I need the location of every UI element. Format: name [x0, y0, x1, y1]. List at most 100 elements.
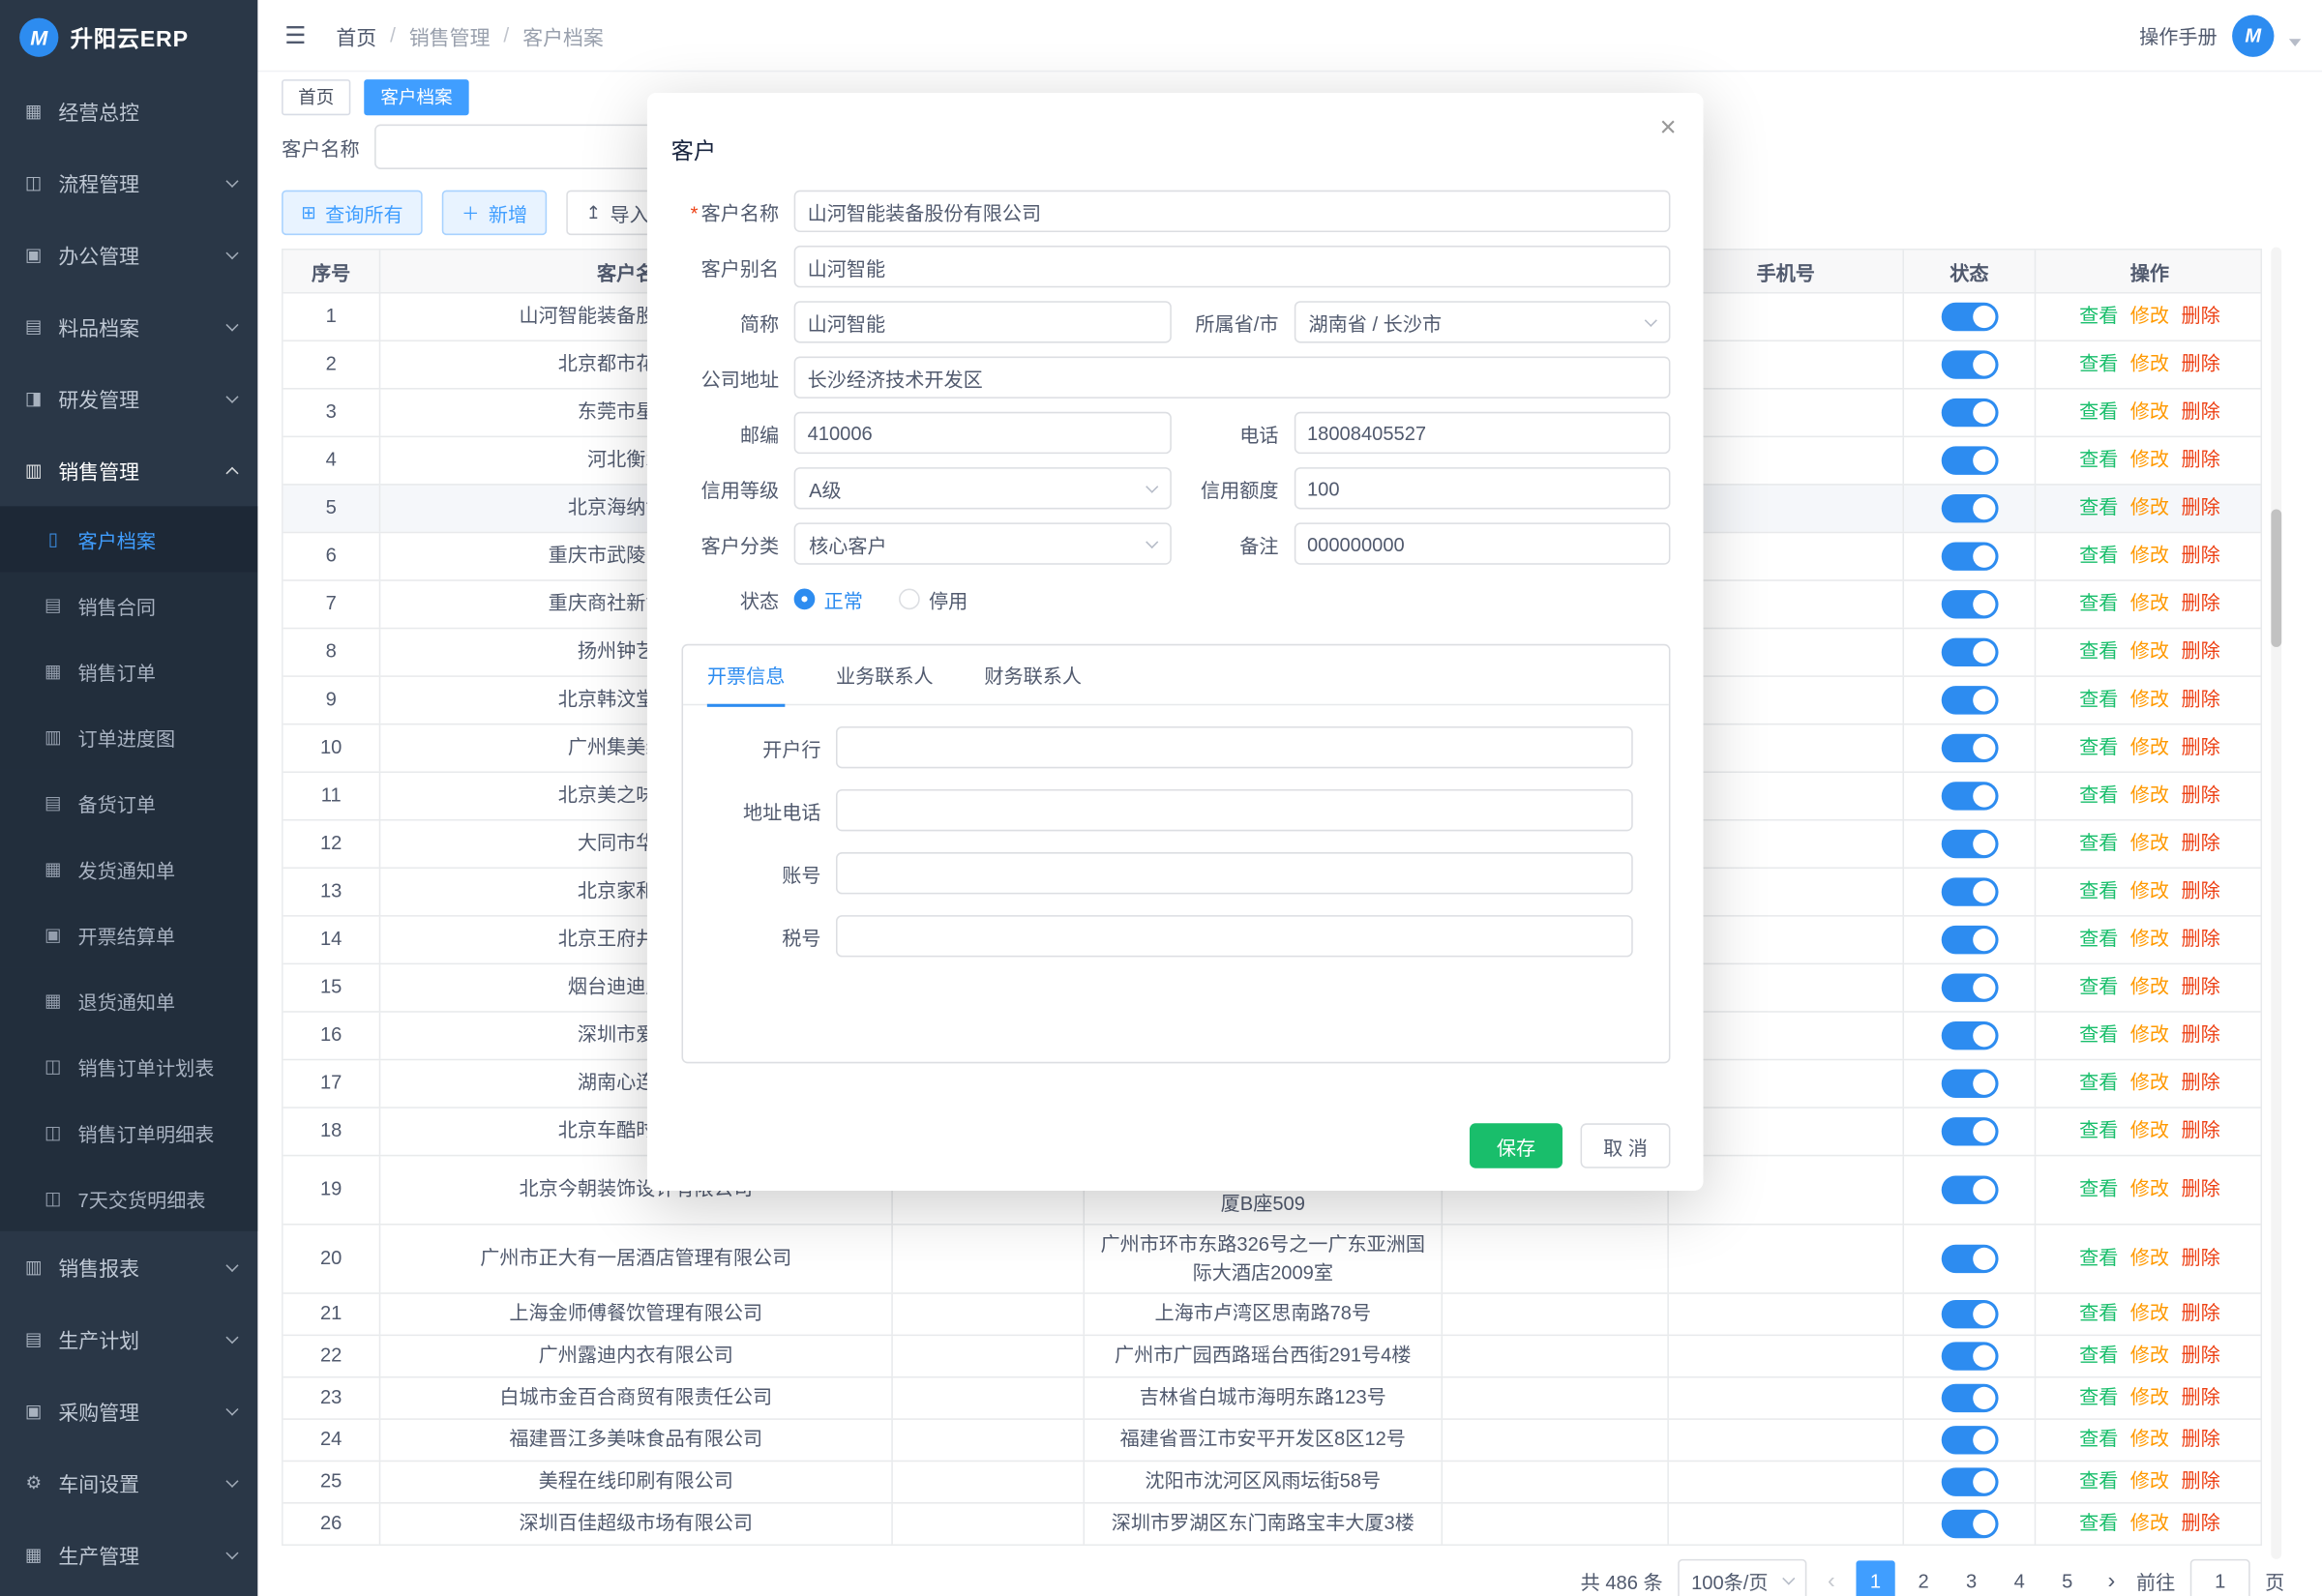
delete-link[interactable]: 删除: [2181, 927, 2219, 954]
phone-input[interactable]: [1294, 412, 1670, 454]
sidebar-item-stock-order[interactable]: ▤备货订单: [0, 770, 257, 836]
edit-link[interactable]: 修改: [2130, 351, 2169, 378]
manual-link[interactable]: 操作手册: [2139, 21, 2218, 49]
delete-link[interactable]: 删除: [2181, 1070, 2219, 1097]
edit-link[interactable]: 修改: [2130, 1176, 2169, 1203]
status-toggle[interactable]: [1941, 543, 1998, 571]
tab-customer-files[interactable]: 客户档案: [364, 79, 468, 115]
sidebar-item-sales-order[interactable]: ▦销售订单: [0, 638, 257, 704]
view-link[interactable]: 查看: [2079, 734, 2118, 761]
view-link[interactable]: 查看: [2079, 783, 2118, 810]
edit-link[interactable]: 修改: [2130, 687, 2169, 714]
status-toggle[interactable]: [1941, 973, 1998, 1001]
edit-link[interactable]: 修改: [2130, 1384, 2169, 1411]
sidebar-item-purchase[interactable]: ▣采购管理: [0, 1374, 257, 1446]
menu-toggle-icon[interactable]: ☰: [284, 20, 306, 50]
sidebar-item-production-plan[interactable]: ▤生产计划: [0, 1303, 257, 1374]
status-toggle[interactable]: [1941, 782, 1998, 810]
edit-link[interactable]: 修改: [2130, 1468, 2169, 1495]
status-toggle[interactable]: [1941, 1384, 1998, 1412]
view-link[interactable]: 查看: [2079, 1384, 2118, 1411]
view-link[interactable]: 查看: [2079, 927, 2118, 954]
sidebar-item-sales-contract[interactable]: ▤销售合同: [0, 572, 257, 637]
table-row[interactable]: 25美程在线印刷有限公司沈阳市沈河区风雨坛街58号查看修改删除: [283, 1461, 2261, 1502]
edit-link[interactable]: 修改: [2130, 974, 2169, 1001]
edit-link[interactable]: 修改: [2130, 1343, 2169, 1370]
customer-alias-input[interactable]: [794, 246, 1671, 287]
sidebar-item-process[interactable]: ◫流程管理: [0, 147, 257, 219]
account-input[interactable]: [836, 852, 1633, 894]
view-link[interactable]: 查看: [2079, 1301, 2118, 1328]
view-link[interactable]: 查看: [2079, 1510, 2118, 1537]
status-toggle[interactable]: [1941, 1245, 1998, 1273]
edit-link[interactable]: 修改: [2130, 734, 2169, 761]
sidebar-item-sales[interactable]: ▥销售管理: [0, 434, 257, 506]
sidebar-item-office[interactable]: ▣办公管理: [0, 219, 257, 290]
delete-link[interactable]: 删除: [2181, 447, 2219, 474]
edit-link[interactable]: 修改: [2130, 783, 2169, 810]
view-link[interactable]: 查看: [2079, 1118, 2118, 1145]
status-toggle[interactable]: [1941, 1117, 1998, 1145]
sidebar-item-rd[interactable]: ◨研发管理: [0, 363, 257, 434]
view-link[interactable]: 查看: [2079, 638, 2118, 665]
edit-link[interactable]: 修改: [2130, 1427, 2169, 1454]
delete-link[interactable]: 删除: [2181, 974, 2219, 1001]
delete-link[interactable]: 删除: [2181, 1510, 2219, 1537]
status-toggle[interactable]: [1941, 446, 1998, 474]
view-link[interactable]: 查看: [2079, 687, 2118, 714]
delete-link[interactable]: 删除: [2181, 830, 2219, 857]
edit-link[interactable]: 修改: [2130, 927, 2169, 954]
view-link[interactable]: 查看: [2079, 830, 2118, 857]
sidebar-item-return-notice[interactable]: ▦退货通知单: [0, 967, 257, 1033]
sidebar-item-week-delivery-table[interactable]: ◫7天交货明细表: [0, 1166, 257, 1231]
page-size-select[interactable]: 100条/页: [1678, 1559, 1806, 1596]
credit-level-select[interactable]: A级: [794, 467, 1171, 509]
tax-no-input[interactable]: [836, 915, 1633, 957]
short-name-input[interactable]: [794, 301, 1171, 342]
view-link[interactable]: 查看: [2079, 1070, 2118, 1097]
query-all-button[interactable]: ⊞查询所有: [282, 191, 423, 235]
zip-input[interactable]: [794, 412, 1171, 454]
view-link[interactable]: 查看: [2079, 974, 2118, 1001]
table-row[interactable]: 26深圳百佳超级市场有限公司深圳市罗湖区东门南路宝丰大厦3楼查看修改删除: [283, 1502, 2261, 1544]
sidebar-item-delivery-notice[interactable]: ▦发货通知单: [0, 836, 257, 901]
bank-address-phone-input[interactable]: [836, 789, 1633, 831]
delete-link[interactable]: 删除: [2181, 351, 2219, 378]
delete-link[interactable]: 删除: [2181, 638, 2219, 665]
delete-link[interactable]: 删除: [2181, 591, 2219, 618]
goto-page-input[interactable]: [2190, 1559, 2250, 1596]
view-link[interactable]: 查看: [2079, 591, 2118, 618]
delete-link[interactable]: 删除: [2181, 1468, 2219, 1495]
delete-link[interactable]: 删除: [2181, 303, 2219, 330]
status-toggle[interactable]: [1941, 350, 1998, 378]
status-toggle[interactable]: [1941, 686, 1998, 714]
sidebar-item-invoice-settle[interactable]: ▣开票结算单: [0, 901, 257, 967]
status-toggle[interactable]: [1941, 1021, 1998, 1049]
delete-link[interactable]: 删除: [2181, 878, 2219, 905]
status-toggle[interactable]: [1941, 1175, 1998, 1203]
page-button-2[interactable]: 2: [1904, 1560, 1943, 1596]
status-toggle[interactable]: [1941, 1342, 1998, 1370]
sidebar-item-material[interactable]: ▤料品档案: [0, 290, 257, 362]
sidebar-item-order-detail-table[interactable]: ◫销售订单明细表: [0, 1100, 257, 1166]
view-link[interactable]: 查看: [2079, 1176, 2118, 1203]
edit-link[interactable]: 修改: [2130, 830, 2169, 857]
customer-name-input[interactable]: [794, 191, 1671, 232]
table-row[interactable]: 23白城市金百合商贸有限责任公司吉林省白城市海明东路123号查看修改删除: [283, 1376, 2261, 1418]
remark-input[interactable]: [1294, 522, 1670, 564]
breadcrumb-home[interactable]: 首页: [336, 20, 376, 50]
save-button[interactable]: 保存: [1470, 1123, 1563, 1167]
edit-link[interactable]: 修改: [2130, 495, 2169, 522]
delete-link[interactable]: 删除: [2181, 1118, 2219, 1145]
view-link[interactable]: 查看: [2079, 351, 2118, 378]
radio-disabled[interactable]: 停用: [899, 585, 968, 613]
chevron-down-icon[interactable]: [2289, 39, 2301, 46]
sidebar-item-customer-files[interactable]: ▯客户档案: [0, 506, 257, 572]
delete-link[interactable]: 删除: [2181, 783, 2219, 810]
status-toggle[interactable]: [1941, 1510, 1998, 1538]
view-link[interactable]: 查看: [2079, 1022, 2118, 1049]
sidebar-item-sales-report[interactable]: ▥销售报表: [0, 1231, 257, 1303]
view-link[interactable]: 查看: [2079, 1468, 2118, 1495]
delete-link[interactable]: 删除: [2181, 1301, 2219, 1328]
table-scrollbar[interactable]: [2271, 247, 2281, 1558]
